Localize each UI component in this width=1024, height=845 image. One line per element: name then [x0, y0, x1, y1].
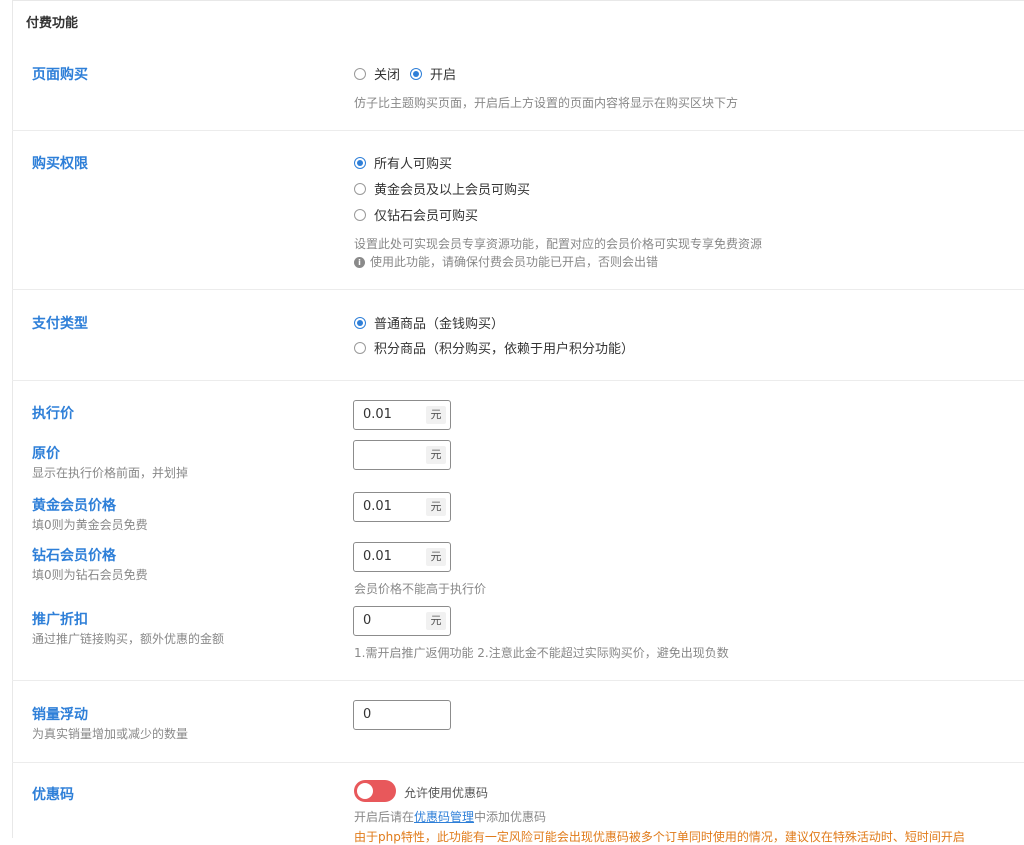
radio-icon[interactable]	[354, 67, 366, 80]
page-purchase-radio-group: 关闭 开启	[354, 64, 466, 83]
price-label: 执行价	[32, 406, 74, 422]
divider	[12, 380, 1024, 381]
radio-checked-icon[interactable]	[410, 67, 423, 80]
coupon-warning: 由于php特性，此功能有一定风险可能会出现优惠码被多个订单同时使用的情况，建议仅…	[354, 830, 965, 844]
gold-price-unit: 元	[426, 498, 446, 516]
promo-discount-help: 1.需开启推广返佣功能 2.注意此金不能超过实际购买价，避免出现负数	[354, 646, 729, 660]
purchase-permission-notice-text: 使用此功能，请确保付费会员功能已开启，否则会出错	[370, 255, 659, 269]
original-price-desc: 显示在执行价格前面，并划掉	[32, 466, 189, 480]
permission-option-diamond[interactable]: 仅钻石会员可购买	[354, 205, 478, 224]
purchase-permission-notice: i 使用此功能，请确保付费会员功能已开启，否则会出错	[354, 253, 658, 270]
sales-float-desc: 为真实销量增加或减少的数量	[32, 727, 189, 741]
page-purchase-label: 页面购买	[32, 67, 88, 83]
sales-float-value: 0	[363, 707, 372, 722]
coupon-toggle[interactable]	[354, 780, 396, 802]
promo-discount-label: 推广折扣	[32, 612, 88, 628]
toggle-knob	[357, 783, 373, 799]
radio-checked-icon[interactable]	[354, 316, 366, 329]
divider	[12, 130, 1024, 131]
permission-option-all-label: 所有人可购买	[374, 157, 453, 172]
coupon-help-prefix: 开启后请在	[354, 810, 415, 824]
permission-option-gold-label: 黄金会员及以上会员可购买	[374, 183, 531, 198]
page-purchase-option-on[interactable]: 开启	[410, 64, 456, 83]
pay-type-option-points[interactable]: 积分商品（积分购买，依赖于用户积分功能）	[354, 338, 634, 357]
radio-icon[interactable]	[354, 341, 366, 354]
gold-price-value: 0.01	[363, 499, 392, 514]
permission-option-gold[interactable]: 黄金会员及以上会员可购买	[354, 179, 530, 198]
radio-icon[interactable]	[354, 182, 366, 195]
info-icon: i	[354, 257, 365, 268]
purchase-permission-label: 购买权限	[32, 156, 88, 172]
coupon-help-suffix: 中添加优惠码	[474, 810, 547, 824]
radio-icon[interactable]	[354, 208, 366, 221]
divider	[12, 680, 1024, 681]
coupon-manage-link[interactable]: 优惠码管理	[414, 810, 474, 824]
diamond-price-unit: 元	[426, 548, 446, 566]
pay-type-option-money-label: 普通商品（金钱购买）	[374, 317, 505, 332]
permission-option-diamond-label: 仅钻石会员可购买	[374, 209, 479, 224]
diamond-price-help: 会员价格不能高于执行价	[354, 582, 487, 596]
promo-discount-unit: 元	[426, 612, 446, 630]
price-input[interactable]: 0.01 元	[353, 400, 451, 430]
original-price-unit: 元	[426, 446, 446, 464]
permission-option-all[interactable]: 所有人可购买	[354, 153, 452, 172]
diamond-price-input[interactable]: 0.01 元	[353, 542, 451, 572]
coupon-label: 优惠码	[32, 787, 74, 803]
price-unit: 元	[426, 406, 446, 424]
pay-type-option-money[interactable]: 普通商品（金钱购买）	[354, 313, 504, 332]
price-value: 0.01	[363, 407, 392, 422]
diamond-price-desc: 填0则为钻石会员免费	[32, 568, 148, 582]
purchase-permission-help: 设置此处可实现会员专享资源功能，配置对应的会员价格可实现专享免费资源	[354, 237, 763, 251]
page-purchase-help: 仿子比主题购买页面，开启后上方设置的页面内容将显示在购买区块下方	[354, 96, 739, 110]
original-price-label: 原价	[32, 446, 60, 462]
diamond-price-label: 钻石会员价格	[32, 548, 116, 564]
coupon-toggle-label: 允许使用优惠码	[404, 786, 489, 800]
section-title: 付费功能	[26, 16, 79, 31]
page-purchase-option-on-label: 开启	[430, 68, 457, 83]
diamond-price-value: 0.01	[363, 549, 392, 564]
page-purchase-option-off-label: 关闭	[374, 68, 401, 83]
radio-checked-icon[interactable]	[354, 156, 366, 169]
gold-price-input[interactable]: 0.01 元	[353, 492, 451, 522]
settings-panel	[12, 0, 1024, 838]
gold-price-label: 黄金会员价格	[32, 498, 116, 514]
divider	[12, 762, 1024, 763]
original-price-input[interactable]: 元	[353, 440, 451, 470]
gold-price-desc: 填0则为黄金会员免费	[32, 518, 148, 532]
promo-discount-input[interactable]: 0 元	[353, 606, 451, 636]
promo-discount-value: 0	[363, 613, 372, 628]
page-purchase-option-off[interactable]: 关闭	[354, 64, 400, 83]
sales-float-label: 销量浮动	[32, 707, 88, 723]
coupon-help: 开启后请在优惠码管理中添加优惠码	[354, 808, 546, 825]
pay-type-label: 支付类型	[32, 316, 88, 332]
divider	[12, 289, 1024, 290]
promo-discount-desc: 通过推广链接购买，额外优惠的金额	[32, 632, 225, 646]
sales-float-input[interactable]: 0	[353, 700, 451, 730]
pay-type-option-points-label: 积分商品（积分购买，依赖于用户积分功能）	[374, 342, 635, 357]
